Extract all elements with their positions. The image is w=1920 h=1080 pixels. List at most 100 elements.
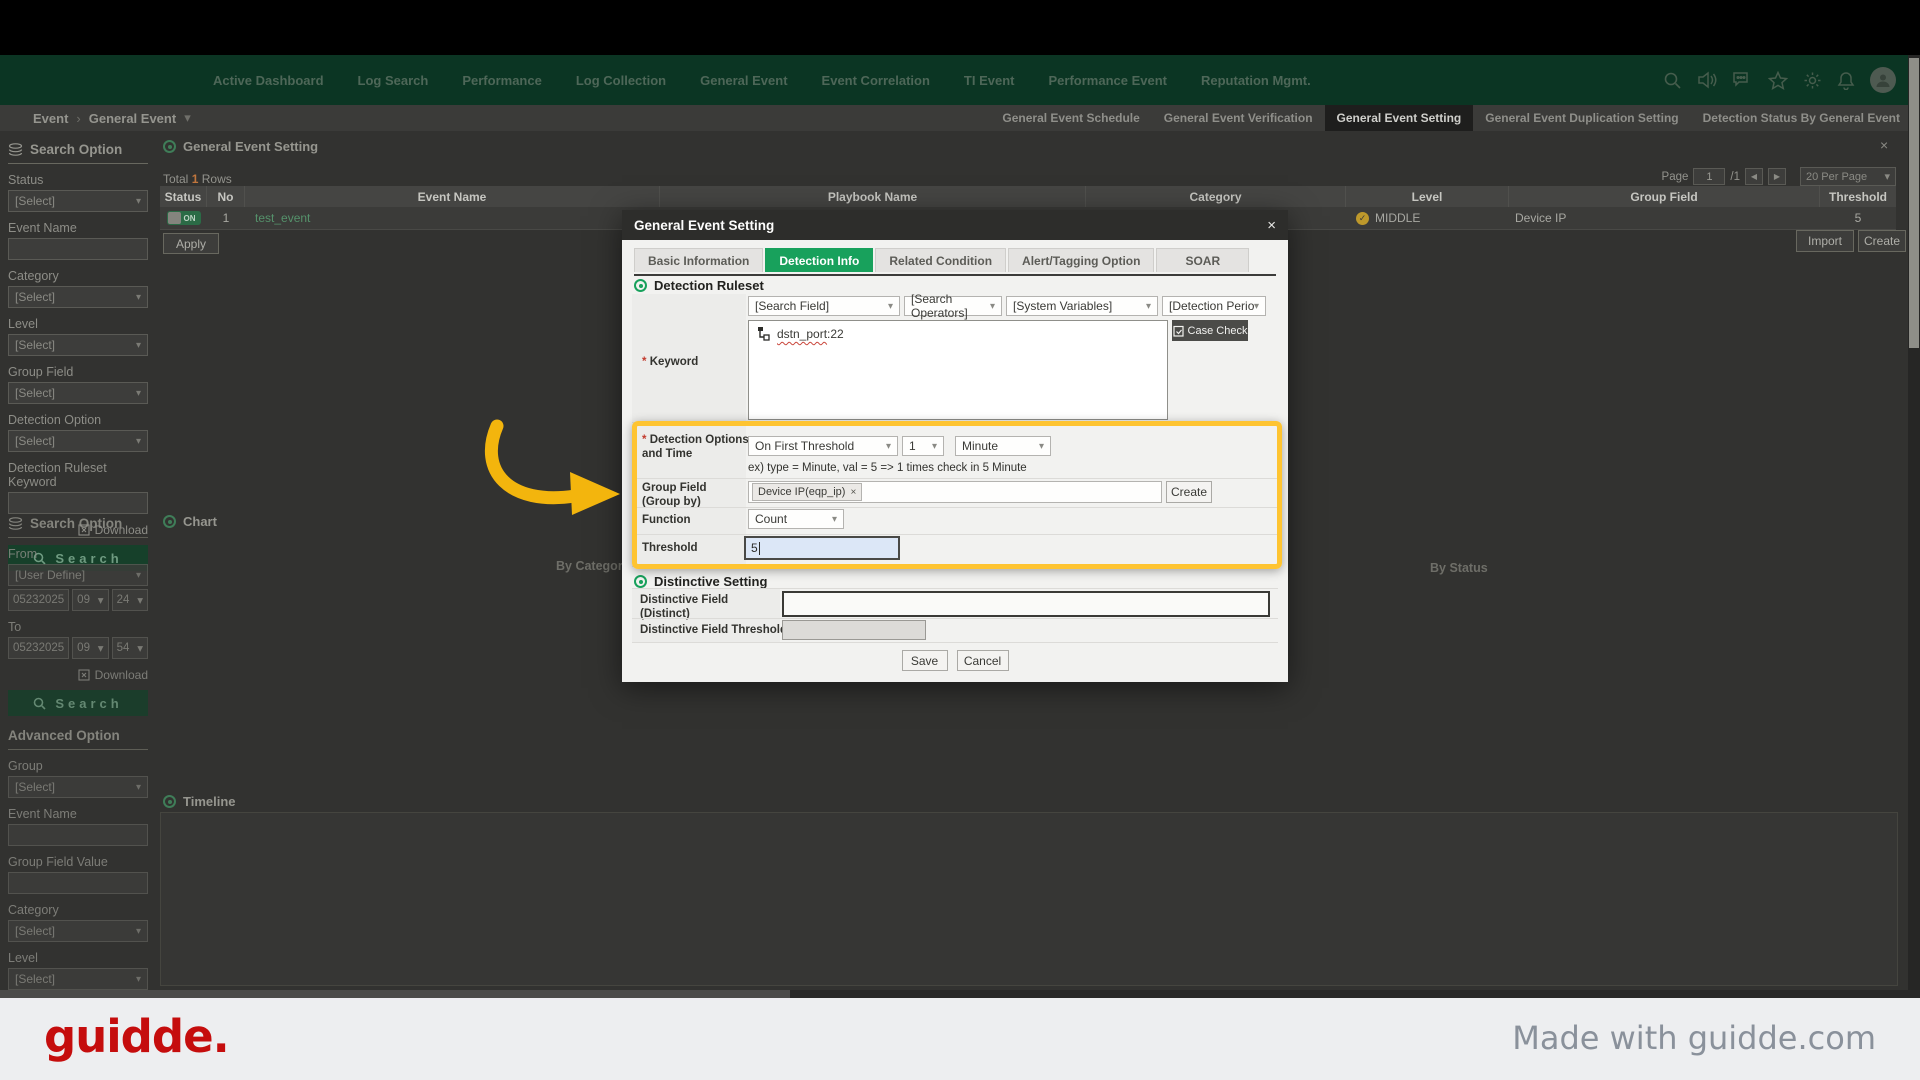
dialog-titlebar[interactable]: General Event Setting × xyxy=(622,210,1288,240)
search-field-select[interactable]: [Search Field] ▾ xyxy=(748,296,900,316)
user-avatar[interactable] xyxy=(1870,67,1896,93)
star-icon[interactable] xyxy=(1768,70,1788,90)
row-status-cell: ON xyxy=(160,207,207,229)
vertical-scrollbar-thumb[interactable] xyxy=(1909,58,1919,348)
chevron-down-icon: ▾ xyxy=(137,595,143,607)
close-icon[interactable]: × xyxy=(1880,137,1888,153)
per-page-select[interactable]: 20 Per Page ▾ xyxy=(1800,167,1896,186)
nav-item-performance[interactable]: Performance xyxy=(462,73,541,88)
import-button[interactable]: Import xyxy=(1796,230,1854,252)
total-count: 1 xyxy=(191,172,199,186)
to-date-input[interactable]: 05232025 xyxy=(8,637,70,659)
close-icon[interactable]: × xyxy=(1267,217,1276,234)
nav-item-performance-event[interactable]: Performance Event xyxy=(1048,73,1167,88)
page-next-button[interactable]: ▶ xyxy=(1768,168,1786,185)
cancel-button[interactable]: Cancel xyxy=(956,650,1009,671)
chevron-down-icon: ▾ xyxy=(1145,300,1151,312)
tab-general-event-duplication-setting[interactable]: General Event Duplication Setting xyxy=(1473,105,1690,131)
from-minute-select[interactable]: 24 ▾ xyxy=(111,589,148,611)
section-bullet-icon xyxy=(163,515,176,528)
from-label: From xyxy=(8,547,38,561)
to-minute-select[interactable]: 54 ▾ xyxy=(111,637,148,659)
subbar: Event › General Event ▾ General Event Sc… xyxy=(0,105,1920,138)
from-range-select[interactable]: [User Define] ▾ xyxy=(8,564,148,586)
page-total: /1 xyxy=(1730,170,1740,183)
event-name-label: Event Name xyxy=(8,807,77,821)
category-select[interactable]: [Select] ▾ xyxy=(8,286,148,308)
table-header: Status No Event Name Playbook Name Categ… xyxy=(160,186,1896,207)
page-number-input[interactable]: 1 xyxy=(1693,168,1726,185)
tab-general-event-verification[interactable]: General Event Verification xyxy=(1152,105,1325,131)
speaker-icon[interactable] xyxy=(1697,71,1717,89)
chevron-down-icon: ▾ xyxy=(887,300,893,312)
from-date-input[interactable]: 05232025 xyxy=(8,589,70,611)
tab-general-event-schedule[interactable]: General Event Schedule xyxy=(990,105,1151,131)
chevron-down-icon: ▾ xyxy=(989,300,995,312)
search-operators-select[interactable]: [Search Operators] ▾ xyxy=(904,292,1002,320)
section-bullet-icon xyxy=(163,140,176,153)
keyword-textarea[interactable]: dstn_port:22 xyxy=(748,320,1168,420)
distinctive-field-input[interactable] xyxy=(782,591,1270,617)
apply-button[interactable]: Apply xyxy=(163,233,219,254)
tab-soar[interactable]: SOAR xyxy=(1156,248,1250,272)
category-select[interactable]: [Select] ▾ xyxy=(8,920,148,942)
nav-item-log-collection[interactable]: Log Collection xyxy=(576,73,666,88)
nav-item-event-correlation[interactable]: Event Correlation xyxy=(822,73,930,88)
group-label: Group xyxy=(8,759,43,773)
tab-general-event-setting[interactable]: General Event Setting xyxy=(1324,105,1474,138)
distinctive-field-threshold-input[interactable] xyxy=(782,620,926,640)
chevron-down-icon[interactable]: ▾ xyxy=(184,110,191,126)
chevron-down-icon: ▾ xyxy=(1253,300,1259,312)
tab-basic-information[interactable]: Basic Information xyxy=(634,248,764,272)
tab-detection-info[interactable]: Detection Info xyxy=(765,248,874,272)
event-name-input[interactable] xyxy=(8,824,148,846)
save-button[interactable]: Save xyxy=(901,650,948,671)
tab-alert-tagging-option[interactable]: Alert/Tagging Option xyxy=(1008,248,1155,272)
chevron-down-icon: ▾ xyxy=(135,925,141,937)
event-name-input[interactable] xyxy=(8,238,148,260)
bell-icon[interactable] xyxy=(1837,71,1855,90)
col-category: Category xyxy=(1086,186,1346,207)
from-hour-select[interactable]: 09 ▾ xyxy=(72,589,109,611)
chart-by-status-label: By Status xyxy=(1430,561,1488,575)
group-field-select[interactable]: [Select] ▾ xyxy=(8,382,148,404)
breadcrumb-event[interactable]: Event xyxy=(33,111,68,126)
search-button[interactable]: Search xyxy=(8,690,148,716)
nav-item-general-event[interactable]: General Event xyxy=(700,73,787,88)
top-nav: eyeCloudXOAR ▾ Active Dashboard Log Sear… xyxy=(0,55,1920,142)
tab-related-condition[interactable]: Related Condition xyxy=(875,248,1007,272)
system-variables-select[interactable]: [System Variables] ▾ xyxy=(1006,296,1158,316)
status-select[interactable]: [Select]▾ xyxy=(8,190,148,212)
guidde-logo: guidde. xyxy=(44,1010,230,1063)
keyword-value: dstn_port:22 xyxy=(777,327,844,341)
to-hour-select[interactable]: 09 ▾ xyxy=(72,637,109,659)
chat-icon[interactable] xyxy=(1732,71,1753,89)
nav-item-active-dashboard[interactable]: Active Dashboard xyxy=(213,73,324,88)
level-label: Level xyxy=(8,317,38,331)
search-icon[interactable] xyxy=(1663,71,1682,90)
create-button[interactable]: Create xyxy=(1858,230,1906,252)
status-toggle-on[interactable]: ON xyxy=(166,211,201,225)
level-select[interactable]: [Select] ▾ xyxy=(8,334,148,356)
chevron-down-icon: ▾ xyxy=(135,291,141,303)
group-field-value-input[interactable] xyxy=(8,872,148,894)
nav-item-ti-event[interactable]: TI Event xyxy=(964,73,1015,88)
tab-detection-status-by-general-event[interactable]: Detection Status By General Event xyxy=(1691,105,1912,131)
ruleset-node-icon xyxy=(758,327,770,341)
category-label: Category xyxy=(8,269,59,283)
page-prev-button[interactable]: ◀ xyxy=(1745,168,1763,185)
level-select[interactable]: [Select] ▾ xyxy=(8,968,148,990)
horizontal-scrollbar-thumb[interactable] xyxy=(0,990,790,998)
event-name-link[interactable]: test_event xyxy=(245,207,660,229)
detection-period-select[interactable]: [Detection Period…▾ xyxy=(1162,296,1266,316)
distinctive-field-threshold-label: Distinctive Field Threshold xyxy=(640,624,787,636)
gear-icon[interactable] xyxy=(1803,71,1822,90)
detection-ruleset-keyword-input[interactable] xyxy=(8,492,148,514)
breadcrumb-general-event[interactable]: General Event xyxy=(89,111,176,126)
detection-option-select[interactable]: [Select] ▾ xyxy=(8,430,148,452)
group-select[interactable]: [Select] ▾ xyxy=(8,776,148,798)
download-option[interactable]: Download xyxy=(8,668,148,682)
nav-item-reputation-mgmt[interactable]: Reputation Mgmt. xyxy=(1201,73,1311,88)
case-check-button[interactable]: Case Check xyxy=(1172,320,1248,341)
nav-item-log-search[interactable]: Log Search xyxy=(358,73,429,88)
